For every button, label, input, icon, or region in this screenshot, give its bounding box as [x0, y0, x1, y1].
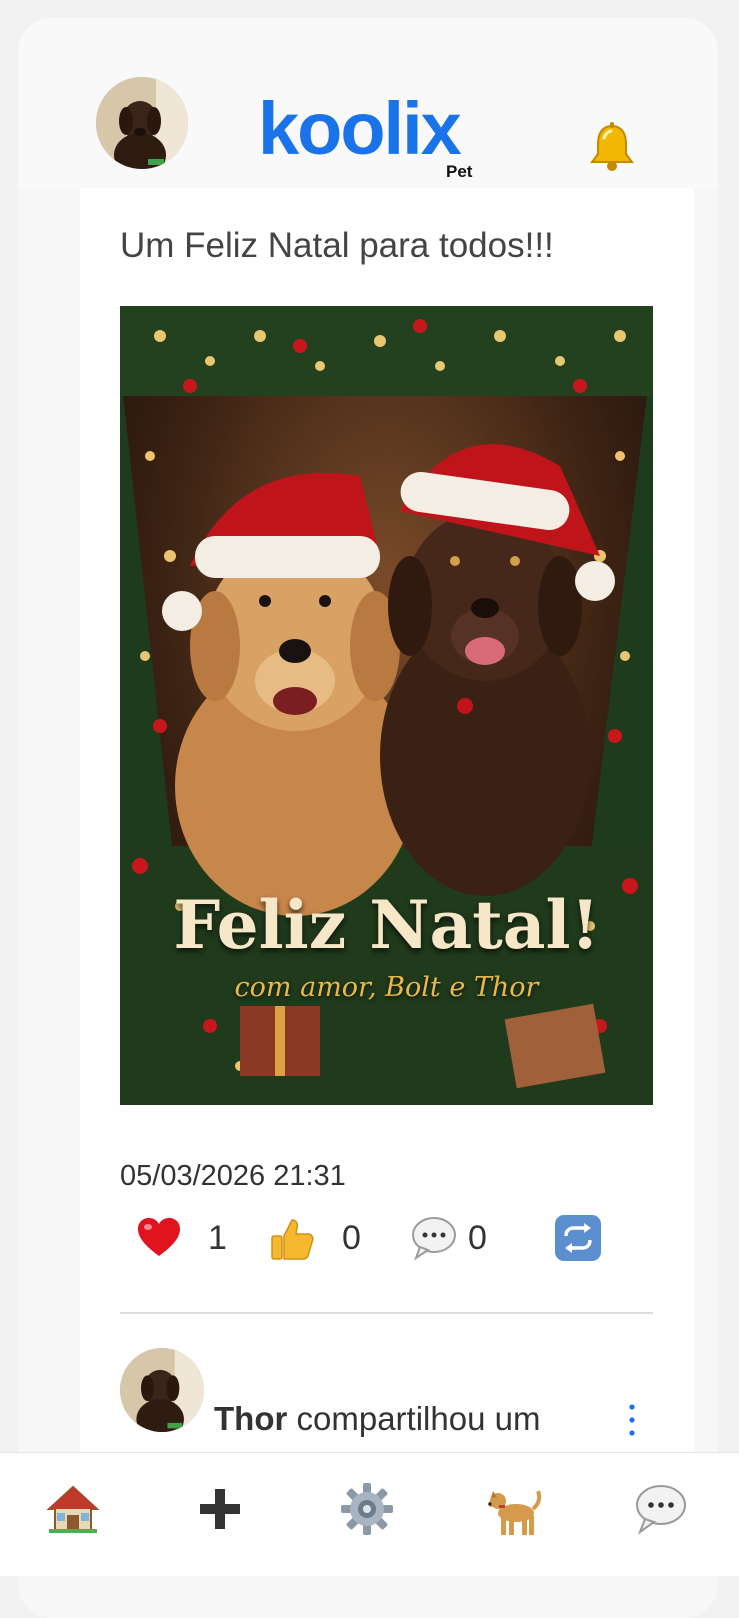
feed[interactable]: Um Feliz Natal para todos!!! Feliz Natal… [80, 188, 694, 1453]
dog-icon[interactable] [486, 1481, 546, 1541]
post-timestamp: 05/03/2026 21:31 [120, 1160, 346, 1192]
comment-count: 0 [468, 1218, 487, 1257]
heart-count: 1 [208, 1218, 227, 1257]
post-actions: 1 0 0 [80, 1208, 694, 1268]
profile-avatar[interactable] [96, 77, 188, 169]
settings-icon[interactable] [339, 1481, 399, 1541]
thumbs-up-icon [271, 1219, 314, 1260]
next-post-avatar[interactable] [120, 1348, 204, 1432]
card-title: Feliz Natal! [173, 886, 600, 964]
bell-icon[interactable] [584, 120, 640, 176]
home-icon[interactable] [45, 1481, 105, 1541]
dog-avatar-icon [96, 77, 188, 169]
next-post-author[interactable]: Thor [214, 1400, 287, 1437]
like-count: 0 [342, 1218, 361, 1257]
repost-button[interactable] [554, 1208, 602, 1268]
logo-sub: Pet [446, 162, 473, 181]
next-post-header: Thor compartilhou um [214, 1400, 540, 1438]
heart-icon [138, 1218, 180, 1256]
post-image[interactable]: Feliz Natal! com amor, Bolt e Thor [120, 306, 653, 1105]
comment-reaction[interactable]: 0 [410, 1208, 487, 1268]
like-reaction[interactable]: 0 [268, 1208, 361, 1268]
dog-avatar-icon [120, 1348, 204, 1432]
add-icon[interactable] [192, 1481, 252, 1541]
more-options-icon[interactable] [622, 1402, 642, 1438]
bottom-nav [0, 1452, 739, 1576]
logo-main: koolix [258, 87, 462, 170]
next-post-action: compartilhou um [287, 1400, 541, 1437]
heart-reaction[interactable]: 1 [136, 1208, 227, 1268]
post-text: Um Feliz Natal para todos!!! [120, 226, 554, 265]
card-subtitle: com amor, Bolt e Thor [234, 972, 539, 1003]
post-divider [120, 1312, 653, 1314]
chat-icon[interactable] [633, 1481, 693, 1541]
speech-bubble-icon [412, 1217, 456, 1261]
koolix-logo: koolix Pet [258, 84, 488, 184]
repeat-icon [555, 1215, 601, 1261]
